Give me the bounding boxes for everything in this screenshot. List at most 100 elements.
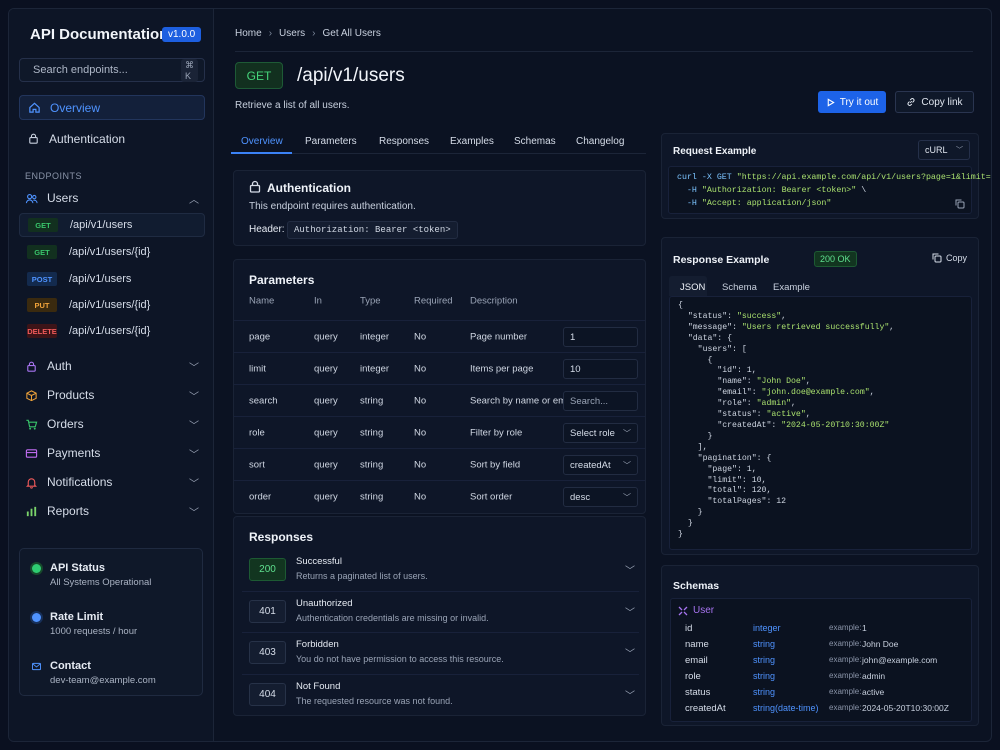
brand-title: API Documentation <box>30 26 169 43</box>
play-icon <box>827 97 835 107</box>
method-badge: POST <box>27 272 57 286</box>
sidebar-group-auth[interactable]: Auth ﹀ <box>19 355 205 377</box>
breadcrumb-home[interactable]: Home <box>235 28 262 39</box>
limit-input[interactable] <box>563 359 638 379</box>
sidebar-endpoint-post-users[interactable]: POST /api/v1/users <box>19 267 205 291</box>
tab-responses[interactable]: Responses <box>379 136 429 147</box>
col-name: Name <box>249 295 275 307</box>
role-select[interactable]: Select role ﹀ <box>563 423 638 443</box>
param-name: search <box>249 395 278 407</box>
breadcrumb-users[interactable]: Users <box>279 28 305 39</box>
schemas-title: Schemas <box>673 580 720 592</box>
schema-field-type: string <box>753 655 776 665</box>
sidebar-group-products[interactable]: Products ﹀ <box>19 384 205 406</box>
schema-field-example: active <box>862 687 885 697</box>
responses-card: Responses 200 Successful Returns a pagin… <box>233 516 646 716</box>
sidebar-group-orders[interactable]: Orders ﹀ <box>19 413 205 435</box>
breadcrumb-current: Get All Users <box>322 28 381 39</box>
tab-schemas[interactable]: Schemas <box>514 136 556 147</box>
sidebar-endpoint-delete-user[interactable]: DELETE /api/v1/users/{id} <box>19 319 205 343</box>
tab-examples[interactable]: Examples <box>450 136 494 147</box>
lock-icon <box>29 133 38 144</box>
copy-link-button[interactable]: Copy link <box>895 91 974 113</box>
chevron-down-icon: ﹀ <box>189 420 199 432</box>
language-select[interactable]: cURL ﹀ <box>918 140 970 160</box>
chevron-down-icon: ﹀ <box>189 362 199 374</box>
json-line: "pagination": { <box>678 453 772 463</box>
param-required: No <box>414 363 427 375</box>
search-param-input[interactable] <box>563 391 638 411</box>
chevron-down-icon: ﹀ <box>189 449 199 461</box>
response-row[interactable]: 200 Successful Returns a paginated list … <box>242 550 639 590</box>
contact-email[interactable]: dev-team@example.com <box>50 675 156 686</box>
sidebar: API Documentation v1.0.0 ⌘ K Overview Au… <box>9 9 214 741</box>
schema-field-name: email <box>685 655 708 666</box>
sidebar-group-reports[interactable]: Reports ﹀ <box>19 500 205 522</box>
copy-icon <box>932 253 942 263</box>
param-required: No <box>414 395 427 407</box>
lock-icon <box>27 361 36 372</box>
tab-changelog[interactable]: Changelog <box>576 136 624 147</box>
order-select[interactable]: desc ﹀ <box>563 487 638 507</box>
param-description: Search by name or email <box>470 395 576 407</box>
copy-icon[interactable] <box>955 199 965 209</box>
nav-overview[interactable]: Overview <box>19 95 205 120</box>
sidebar-endpoint-get-user-by-id[interactable]: GET /api/v1/users/{id} <box>19 240 205 264</box>
schema-field-name: status <box>685 687 711 698</box>
param-type: string <box>360 491 384 503</box>
sidebar-group-users[interactable]: Users ︿ <box>19 187 205 209</box>
chevron-down-icon: ﹀ <box>623 492 631 502</box>
schema-example-label: example: <box>829 703 862 712</box>
try-it-out-button[interactable]: Try it out <box>818 91 886 113</box>
active-tab-indicator <box>231 152 292 154</box>
param-description: Page number <box>470 331 528 343</box>
chevron-down-icon: ﹀ <box>623 428 631 438</box>
chevron-down-icon: ﹀ <box>956 147 963 154</box>
param-name: role <box>249 427 265 439</box>
schema-field-example: john@example.com <box>862 655 938 665</box>
sort-select[interactable]: createdAt ﹀ <box>563 455 638 475</box>
sidebar-group-notifications[interactable]: Notifications ﹀ <box>19 471 205 493</box>
subtab-schema[interactable]: Schema <box>722 282 757 293</box>
response-example-card: Response Example 200 OK Copy JSON Schema… <box>661 237 979 555</box>
col-required: Required <box>414 295 453 307</box>
endpoints-section-label: ENDPOINTS <box>25 171 83 181</box>
json-line: { <box>678 355 713 365</box>
page-input[interactable] <box>563 327 638 347</box>
endpoint-path: /api/v1/users <box>69 273 132 285</box>
response-row[interactable]: 404 Not Found The requested resource was… <box>242 674 639 714</box>
search-box[interactable]: ⌘ K <box>19 58 205 82</box>
param-name: order <box>249 491 272 503</box>
param-description: Filter by role <box>470 427 523 439</box>
schema-field-example: admin <box>862 671 886 681</box>
nav-authentication[interactable]: Authentication <box>19 126 205 151</box>
response-code: 200 <box>249 558 286 581</box>
subtab-json[interactable]: JSON <box>680 282 705 293</box>
chevron-down-icon: ﹀ <box>623 460 631 470</box>
response-json-block: { "status": "success", "message": "Users… <box>669 296 972 550</box>
method-badge: PUT <box>27 298 57 312</box>
tab-parameters[interactable]: Parameters <box>305 136 357 147</box>
schema-model-name[interactable]: User <box>693 605 714 616</box>
response-description: Returns a paginated list of users. <box>296 571 428 581</box>
response-row[interactable]: 403 Forbidden You do not have permission… <box>242 632 639 672</box>
subtab-example[interactable]: Example <box>773 282 810 293</box>
sidebar-endpoint-put-user[interactable]: PUT /api/v1/users/{id} <box>19 293 205 317</box>
param-in: query <box>314 459 338 471</box>
status-badge: 200 OK <box>814 251 857 267</box>
table-row: page query integer No Page number <box>234 320 645 353</box>
search-input[interactable] <box>33 64 175 76</box>
param-required: No <box>414 331 427 343</box>
chevron-down-icon: ﹀ <box>625 566 635 577</box>
json-line: "createdAt": "2024-05-20T10:30:00Z" <box>717 420 890 430</box>
table-row: search query string No Search by name or… <box>234 384 645 417</box>
response-row[interactable]: 401 Unauthorized Authentication credenti… <box>242 591 639 631</box>
table-row: role query string No Filter by role Sele… <box>234 416 645 449</box>
param-required: No <box>414 491 427 503</box>
tab-overview[interactable]: Overview <box>241 136 283 147</box>
sidebar-group-payments[interactable]: Payments ﹀ <box>19 442 205 464</box>
mail-icon <box>32 662 41 671</box>
parameters-title: Parameters <box>249 273 315 287</box>
sidebar-endpoint-get-users[interactable]: GET /api/v1/users <box>19 213 205 237</box>
copy-response-button[interactable]: Copy <box>932 253 967 263</box>
